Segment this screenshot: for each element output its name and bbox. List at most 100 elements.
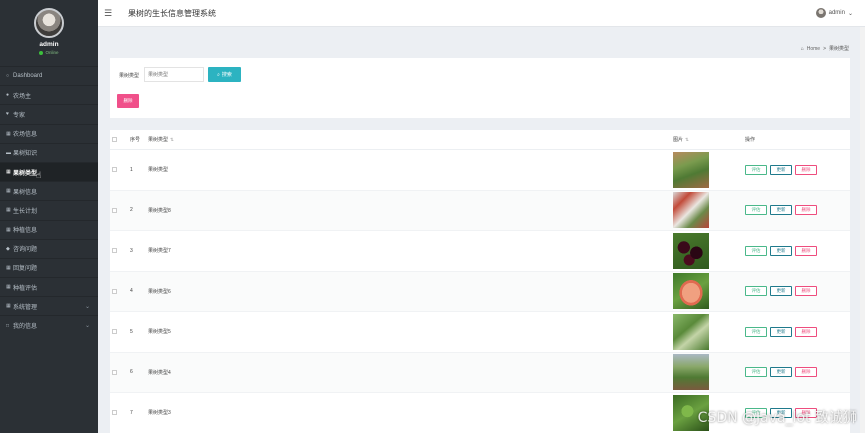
delete-button[interactable]: 删除 [795, 286, 817, 297]
column-header-label: 果树类型 [148, 137, 169, 143]
sidebar-item-tree-info[interactable]: ▦ 果树信息 [0, 181, 98, 200]
table-row: 5 果树类型5 评估 更新 删除 [110, 312, 850, 353]
edit-button[interactable]: 更新 [770, 245, 792, 256]
user-menu[interactable]: admin ⌄ [815, 8, 853, 18]
table-header: 序号 果树类型 ⇅ 图片 ⇅ 操作 [110, 130, 850, 150]
delete-button[interactable]: 删除 [795, 367, 817, 378]
sidebar-item-label: 咨询问题 [13, 247, 38, 254]
row-index: 6 [130, 369, 133, 376]
pin-icon: ◆ [6, 245, 10, 252]
select-all-checkbox[interactable] [112, 137, 117, 142]
evaluate-button[interactable]: 评估 [745, 367, 767, 378]
row-type: 果树类型7 [148, 248, 171, 255]
sidebar-item-farmer[interactable]: ● 农场主 [0, 85, 98, 104]
sidebar-menu: ○ Dashboard ● 农场主 ♥ 专家 ▦ 农场信息 ▬ 果树知识 ▦ 果树类型 ☝ ▦… [0, 66, 98, 335]
grid-icon: ▦ [6, 130, 11, 137]
profile-panel: admin Online [0, 0, 98, 66]
delete-button[interactable]: 删除 [795, 245, 817, 256]
chevron-down-icon: ⌄ [84, 323, 90, 330]
sidebar-item-label: 回复问题 [13, 266, 38, 273]
profile-name: admin [39, 41, 59, 48]
evaluate-button[interactable]: 评估 [745, 205, 767, 216]
app-title: 果树的生长信息管理系统 [128, 8, 216, 18]
row-type: 果树类型5 [148, 329, 171, 336]
delete-button[interactable]: 删除 [795, 205, 817, 216]
sidebar-item-label: 种植信息 [13, 228, 38, 235]
delete-button[interactable]: 删除 [795, 326, 817, 337]
row-checkbox[interactable] [112, 207, 117, 213]
hamburger-icon[interactable]: ☰ [104, 8, 112, 19]
row-checkbox[interactable] [112, 329, 117, 335]
row-checkbox[interactable] [112, 288, 117, 294]
edit-button[interactable]: 更新 [770, 286, 792, 297]
grid-icon: ▦ [6, 169, 11, 176]
sidebar-item-label: 专家 [13, 112, 26, 119]
hand-cursor-icon: ☝ [36, 169, 42, 180]
row-checkbox[interactable] [112, 369, 117, 375]
column-header-type[interactable]: 果树类型 ⇅ [148, 136, 174, 143]
sort-icon: ⇅ [170, 137, 174, 142]
fruit-tree-image[interactable] [673, 232, 709, 269]
batch-delete-button[interactable]: 删除 [117, 94, 139, 108]
row-index: 4 [130, 288, 133, 295]
sidebar-item-label: 果树类型 [13, 170, 38, 177]
edit-button[interactable]: 更新 [770, 164, 792, 175]
edit-button[interactable]: 更新 [770, 205, 792, 216]
search-input[interactable] [144, 67, 204, 82]
evaluate-button[interactable]: 评估 [745, 326, 767, 337]
row-index: 2 [130, 207, 133, 214]
sidebar-item-expert[interactable]: ♥ 专家 [0, 104, 98, 123]
search-label: 果树类型 [119, 73, 140, 79]
evaluate-button[interactable]: 评估 [745, 164, 767, 175]
row-index: 7 [130, 409, 133, 416]
fruit-tree-image[interactable] [673, 151, 709, 188]
sidebar-item-label: 果树信息 [13, 189, 38, 196]
sidebar-item-farm-info[interactable]: ▦ 农场信息 [0, 123, 98, 143]
row-actions: 评估 更新 删除 [745, 205, 817, 216]
sidebar-item-system[interactable]: ▦ 系统管理 ⌄ [0, 296, 98, 315]
sidebar-item-dashboard[interactable]: ○ Dashboard [0, 66, 98, 85]
sidebar-item-tree-knowledge[interactable]: ▬ 果树知识 [0, 142, 98, 162]
edit-button[interactable]: 更新 [770, 326, 792, 337]
sidebar-item-growth-plan[interactable]: ▦ 生长计划 [0, 200, 98, 219]
fruit-tree-image[interactable] [673, 313, 709, 350]
evaluate-button[interactable]: 评估 [745, 245, 767, 256]
sidebar-item-reply[interactable]: ▦ 回复问题 [0, 257, 98, 277]
search-icon: ⌕ [217, 71, 220, 78]
row-actions: 评估 更新 删除 [745, 164, 817, 175]
sidebar-item-label: 农场主 [13, 93, 32, 100]
fruit-tree-image[interactable] [673, 273, 709, 310]
row-type: 果树类型6 [148, 288, 171, 295]
user-icon: ● [6, 92, 10, 99]
page-scrollbar[interactable] [860, 27, 865, 433]
fruit-tree-image[interactable] [673, 354, 709, 391]
avatar[interactable] [34, 8, 64, 38]
table-row: 4 果树类型6 评估 更新 删除 [110, 271, 850, 312]
sort-icon: ⇅ [685, 137, 689, 142]
sidebar-item-tree-type[interactable]: ▦ 果树类型 ☝ [0, 161, 98, 182]
row-checkbox[interactable] [112, 410, 117, 416]
edit-button[interactable]: 更新 [770, 367, 792, 378]
sidebar-item-label: 生长计划 [13, 208, 38, 215]
chevron-down-icon: ⌄ [84, 303, 90, 310]
grid-icon: ▦ [6, 264, 11, 271]
search-button[interactable]: ⌕ 搜索 [208, 67, 241, 82]
sidebar-item-planting-info[interactable]: ▦ 种植信息 [0, 219, 98, 239]
row-checkbox[interactable] [112, 248, 117, 254]
sidebar-item-my-info[interactable]: □ 我的信息 ⌄ [0, 315, 98, 334]
heart-icon: ♥ [6, 111, 9, 118]
breadcrumb-home[interactable]: Home [807, 46, 820, 52]
fruit-tree-image[interactable] [673, 192, 709, 229]
sidebar-item-label: 系统管理 [13, 304, 38, 311]
sidebar-item-consult[interactable]: ◆ 咨询问题 [0, 238, 98, 258]
sidebar-item-label: 种植评估 [13, 285, 38, 292]
sidebar-item-planting-eval[interactable]: ▦ 种植评估 [0, 277, 98, 296]
column-header-label: 图片 [673, 137, 684, 143]
circle-icon: ○ [6, 73, 10, 80]
column-header-image[interactable]: 图片 ⇅ [673, 136, 689, 143]
breadcrumb-current: 果树类型 [828, 46, 849, 52]
evaluate-button[interactable]: 评估 [745, 286, 767, 297]
row-checkbox[interactable] [112, 167, 117, 173]
delete-button[interactable]: 删除 [795, 164, 817, 175]
row-type: 果树类型3 [148, 410, 171, 417]
